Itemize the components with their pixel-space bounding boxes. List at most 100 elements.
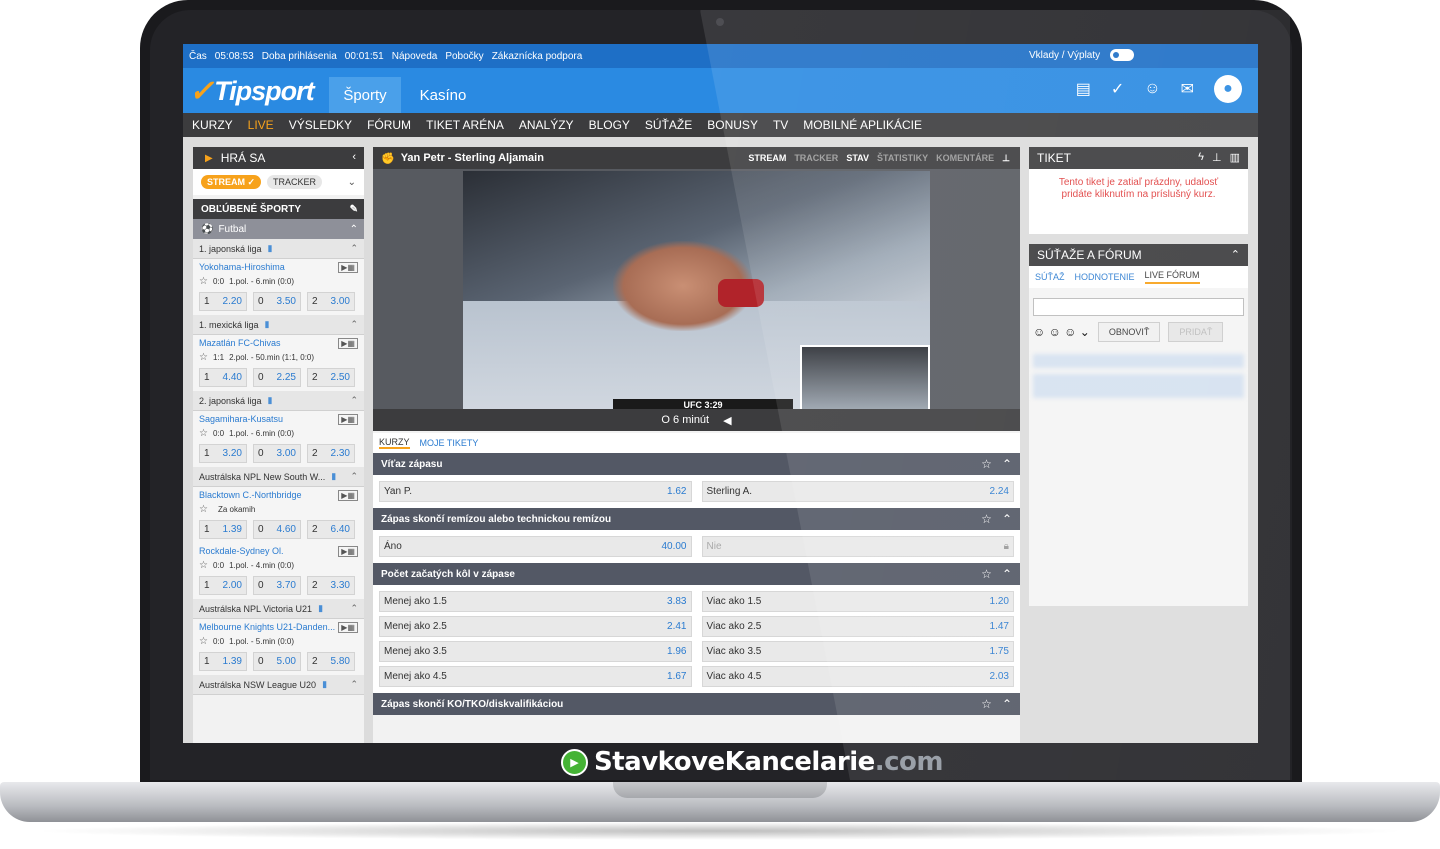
nav-live[interactable]: LIVE xyxy=(248,118,274,132)
pin-icon[interactable]: ▮ xyxy=(322,679,327,690)
pin-icon[interactable]: ▮ xyxy=(268,395,273,406)
league-header[interactable]: Austrálska NPL Victoria U21 ▮ ⌃ xyxy=(193,599,364,619)
match-name[interactable]: Melbourne Knights U21-Danden... xyxy=(199,622,358,635)
pin-icon[interactable]: ▮ xyxy=(265,319,270,330)
star-icon[interactable]: ☆ xyxy=(199,428,208,439)
market-header[interactable]: Zápas skončí remízou alebo technickou re… xyxy=(373,508,1020,530)
forum-input[interactable] xyxy=(1033,298,1244,316)
odd-cell[interactable]: Viac ako 1.5 1.20 xyxy=(701,591,1014,612)
logo[interactable]: ✓ Tipsport xyxy=(189,74,315,109)
league-header[interactable]: 1. mexická liga ▮ ⌃ xyxy=(193,315,364,335)
chevron-up-icon[interactable]: ⌃ xyxy=(1002,567,1012,581)
star-icon[interactable]: ☆ xyxy=(981,512,992,526)
odd-button[interactable]: 0 2.25 xyxy=(253,368,301,387)
odd-cell[interactable]: Yan P. 1.62 xyxy=(379,481,692,502)
tab-rating[interactable]: HODNOTENIE xyxy=(1075,272,1135,282)
tab-contest[interactable]: SÚŤAŽ xyxy=(1035,272,1065,282)
chevron-up-icon[interactable]: ⌃ xyxy=(1231,248,1240,261)
star-icon[interactable]: ☆ xyxy=(981,697,992,711)
odd-button[interactable]: 1 1.39 xyxy=(199,652,247,671)
collapse-icon[interactable]: ‹ xyxy=(352,151,356,163)
lightning-icon[interactable]: ϟ xyxy=(1198,151,1204,164)
star-icon[interactable]: ☆ xyxy=(981,457,992,471)
match-name[interactable]: Yokohama-Hiroshima xyxy=(199,262,358,275)
odd-cell[interactable]: Viac ako 3.5 1.75 xyxy=(701,641,1014,662)
stream-icon[interactable]: ▶▦ xyxy=(338,622,358,633)
league-header[interactable]: Austrálska NSW League U20 ▮ ⌃ xyxy=(193,675,364,695)
pin-icon[interactable]: ▮ xyxy=(318,603,323,614)
chevron-up-icon[interactable]: ⌃ xyxy=(350,603,358,614)
odd-button[interactable]: 1 2.20 xyxy=(199,292,247,311)
match-name[interactable]: Blacktown C.-Northbridge xyxy=(199,490,358,503)
odd-button[interactable]: 2 3.30 xyxy=(307,576,355,595)
tab-state[interactable]: STAV xyxy=(846,153,869,164)
check-icon[interactable]: ✓ xyxy=(1111,79,1124,99)
market-header[interactable]: Víťaz zápasu ☆ ⌃ xyxy=(373,453,1020,475)
branches-link[interactable]: Pobočky xyxy=(445,51,483,62)
tickets-icon[interactable]: ▤ xyxy=(1076,79,1091,99)
avatar[interactable]: ● xyxy=(1214,75,1242,103)
add-button[interactable]: PRIDAŤ xyxy=(1168,322,1224,342)
star-icon[interactable]: ☆ xyxy=(199,504,208,515)
tab-my-tickets[interactable]: MOJE TIKETY xyxy=(420,438,479,448)
balance-toggle[interactable] xyxy=(1110,49,1135,61)
stream-icon[interactable]: ▶▦ xyxy=(338,262,358,273)
pin-icon[interactable]: ▮ xyxy=(268,243,273,254)
chevron-up-icon[interactable]: ⌃ xyxy=(1002,457,1012,471)
league-header[interactable]: Austrálska NPL New South W... ▮ ⌃ xyxy=(193,467,364,487)
stream-icon[interactable]: ▶▦ xyxy=(338,490,358,501)
odd-button[interactable]: 1 1.39 xyxy=(199,520,247,539)
odd-cell[interactable]: Menej ako 1.5 3.83 xyxy=(379,591,692,612)
nav-analyses[interactable]: ANALÝZY xyxy=(519,118,574,132)
deposits-link[interactable]: Vklady / Výplaty xyxy=(1029,50,1100,61)
tab-tracker[interactable]: TRACKER xyxy=(794,153,838,164)
tab-stream[interactable]: STREAM xyxy=(748,153,786,164)
edit-icon[interactable]: ✎ xyxy=(350,204,358,215)
nav-blogs[interactable]: BLOGY xyxy=(589,118,630,132)
volume-icon[interactable]: ◀ xyxy=(723,414,731,427)
video-player[interactable]: UFC 3:29 O 6 minút ◀ xyxy=(373,169,1020,431)
chevron-up-icon[interactable]: ⌃ xyxy=(350,395,358,406)
odd-button[interactable]: 0 3.00 xyxy=(253,444,301,463)
odd-button[interactable]: 1 2.00 xyxy=(199,576,247,595)
tab-sports[interactable]: Športy xyxy=(329,77,401,113)
nav-bonuses[interactable]: BONUSY xyxy=(707,118,758,132)
odd-button[interactable]: 0 3.50 xyxy=(253,292,301,311)
league-header[interactable]: 1. japonská liga ▮ ⌃ xyxy=(193,239,364,259)
odd-button[interactable]: 0 3.70 xyxy=(253,576,301,595)
odd-cell[interactable]: Menej ako 3.5 1.96 xyxy=(379,641,692,662)
chevron-down-icon[interactable]: ⌄ xyxy=(348,177,356,188)
chevron-up-icon[interactable]: ⌃ xyxy=(350,243,358,254)
match-name[interactable]: Mazatlán FC-Chivas xyxy=(199,338,358,351)
odd-cell[interactable]: Áno 40.00 xyxy=(379,536,692,557)
odd-cell[interactable]: Viac ako 4.5 2.03 xyxy=(701,666,1014,687)
chevron-up-icon[interactable]: ⌃ xyxy=(1002,512,1012,526)
match-name[interactable]: Sagamihara-Kusatsu xyxy=(199,414,358,427)
odd-cell[interactable]: Sterling A. 2.24 xyxy=(701,481,1014,502)
tab-comments[interactable]: KOMENTÁRE xyxy=(936,153,994,164)
nav-mobile-apps[interactable]: MOBILNÉ APLIKÁCIE xyxy=(803,118,922,132)
chevron-up-icon[interactable]: ⌃ xyxy=(1002,697,1012,711)
chevron-up-icon[interactable]: ⌃ xyxy=(350,319,358,330)
stream-icon[interactable]: ▶▦ xyxy=(338,338,358,349)
stream-icon[interactable]: ▶▦ xyxy=(338,546,358,557)
odd-cell[interactable]: Menej ako 4.5 1.67 xyxy=(379,666,692,687)
chevron-up-icon[interactable]: ⌃ xyxy=(350,224,358,235)
tab-stats[interactable]: ŠTATISTIKY xyxy=(877,153,928,164)
nav-contests[interactable]: SÚŤAŽE xyxy=(645,118,692,132)
nav-forum[interactable]: FÓRUM xyxy=(367,118,411,132)
odd-button[interactable]: 2 2.50 xyxy=(307,368,355,387)
pin-icon[interactable]: ▮ xyxy=(331,471,336,482)
odd-cell[interactable]: Menej ako 2.5 2.41 xyxy=(379,616,692,637)
nav-tv[interactable]: TV xyxy=(773,118,788,132)
tab-odds[interactable]: KURZY xyxy=(379,437,410,449)
tab-casino[interactable]: Kasíno xyxy=(407,77,479,113)
tracker-filter-button[interactable]: TRACKER xyxy=(267,175,323,189)
chevron-up-icon[interactable]: ⌃ xyxy=(350,679,358,690)
stream-filter-button[interactable]: STREAM ✓ xyxy=(201,175,262,189)
chevron-up-icon[interactable]: ⌃ xyxy=(350,471,358,482)
odd-cell[interactable]: Viac ako 2.5 1.47 xyxy=(701,616,1014,637)
stream-icon[interactable]: ▶▦ xyxy=(338,414,358,425)
refresh-button[interactable]: OBNOVIŤ xyxy=(1097,322,1161,342)
odd-button[interactable]: 0 4.60 xyxy=(253,520,301,539)
